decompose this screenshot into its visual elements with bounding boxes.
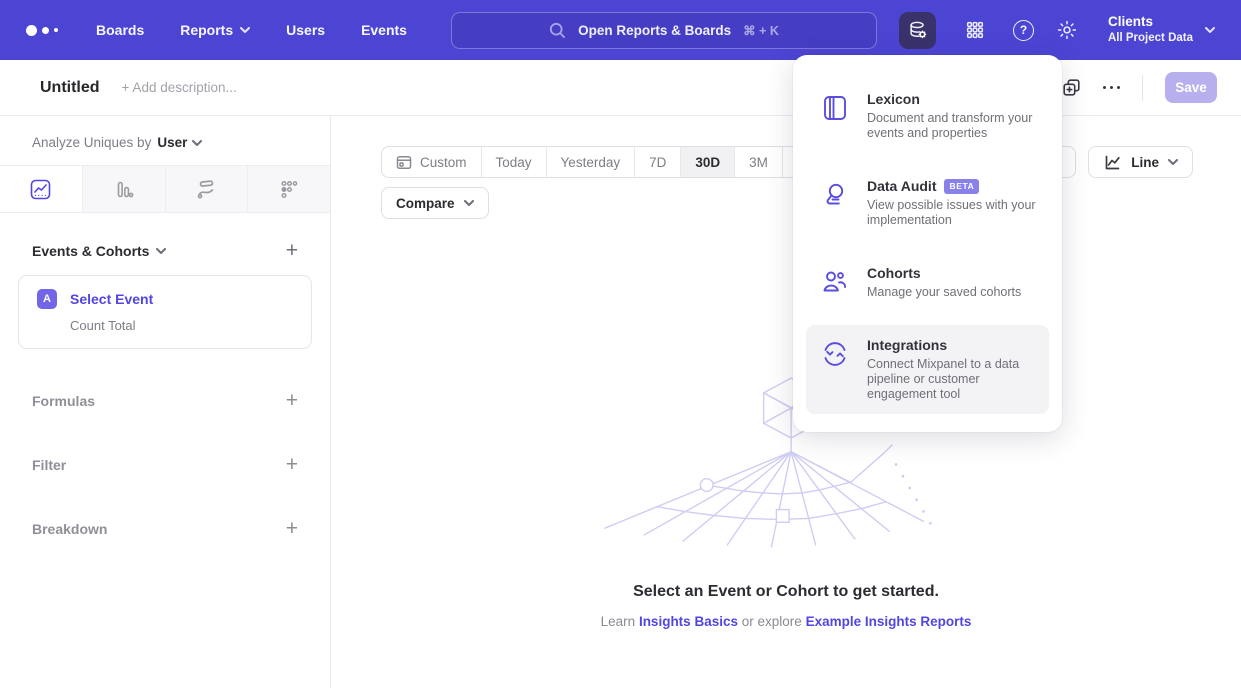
global-search-input[interactable]: Open Reports & Boards ⌘ + K [451, 12, 877, 49]
add-filter-button[interactable]: + [286, 456, 298, 474]
date-range-control: Custom Today Yesterday 7D 30D 3M 6M [381, 146, 831, 178]
more-options-button[interactable] [1103, 86, 1121, 90]
event-series-badge: A [37, 289, 57, 309]
range-yesterday[interactable]: Yesterday [546, 147, 635, 177]
help-button[interactable]: ? [1013, 20, 1034, 41]
data-management-menu: Lexicon Document and transform your even… [793, 55, 1062, 432]
chevron-down-icon [192, 140, 202, 146]
flow-icon [195, 178, 217, 200]
search-icon [549, 22, 566, 39]
audit-magnifier-icon [820, 180, 850, 210]
range-custom[interactable]: Custom [382, 147, 481, 177]
menu-item-cohorts[interactable]: Cohorts Manage your saved cohorts [806, 253, 1049, 312]
mixpanel-logo[interactable] [26, 25, 58, 36]
nav-boards[interactable]: Boards [96, 22, 144, 38]
question-mark-icon: ? [1020, 23, 1027, 37]
analyze-by-dropdown[interactable]: User [157, 135, 202, 150]
menu-item-lexicon[interactable]: Lexicon Document and transform your even… [806, 79, 1049, 153]
tab-bar-chart[interactable] [82, 166, 165, 212]
gear-icon [1056, 19, 1078, 41]
chevron-down-icon [464, 200, 474, 206]
insights-basics-link[interactable]: Insights Basics [639, 614, 738, 629]
empty-state-links: Learn Insights Basics or explore Example… [331, 614, 1241, 629]
project-selector[interactable]: Clients All Project Data [1108, 14, 1215, 45]
range-today[interactable]: Today [481, 147, 546, 177]
chevron-down-icon [240, 27, 250, 33]
save-button[interactable]: Save [1165, 72, 1217, 103]
analyze-label: Analyze Uniques by [32, 135, 151, 150]
range-30d[interactable]: 30D [680, 147, 734, 177]
range-3m[interactable]: 3M [734, 147, 782, 177]
divider [1142, 75, 1143, 101]
event-card[interactable]: A Select Event Count Total [18, 275, 312, 349]
project-scope: All Project Data [1108, 31, 1193, 45]
add-formula-button[interactable]: + [286, 392, 298, 410]
calendar-icon [396, 154, 412, 170]
line-chart-icon [30, 179, 51, 200]
add-breakdown-button[interactable]: + [286, 520, 298, 538]
beta-badge: BETA [944, 179, 979, 194]
top-navbar: Boards Reports Users Events Open Reports… [0, 0, 1241, 60]
filter-section: Filter + [32, 456, 298, 474]
chart-toolbar: Custom Today Yesterday 7D 30D 3M 6M Comp… [331, 116, 1241, 219]
example-reports-link[interactable]: Example Insights Reports [806, 614, 972, 629]
primary-nav: Boards Reports Users Events [96, 22, 407, 38]
duplicate-icon[interactable] [1062, 78, 1081, 97]
settings-button[interactable] [1054, 12, 1080, 49]
events-cohorts-header: Events & Cohorts + [32, 242, 298, 260]
lexicon-book-icon [820, 93, 850, 123]
tab-flow-chart[interactable] [165, 166, 248, 212]
menu-item-integrations[interactable]: Integrations Connect Mixpanel to a data … [806, 325, 1049, 414]
navbar-actions: ? Clients All Project Data [899, 12, 1215, 49]
range-7d[interactable]: 7D [634, 147, 680, 177]
chevron-down-icon [1168, 159, 1178, 165]
empty-state-title: Select an Event or Cohort to get started… [331, 583, 1241, 601]
formulas-section: Formulas + [32, 392, 298, 410]
report-title[interactable]: Untitled [40, 79, 100, 97]
bar-chart-icon [113, 179, 134, 200]
org-name: Clients [1108, 14, 1193, 31]
analyze-row: Analyze Uniques by User [0, 116, 330, 165]
database-gear-icon [907, 19, 929, 41]
search-shortcut: ⌘ + K [743, 23, 779, 38]
description-placeholder[interactable]: + Add description... [122, 80, 237, 95]
chart-type-dropdown[interactable]: Line [1088, 146, 1193, 178]
add-event-button[interactable]: + [286, 242, 298, 260]
apps-grid-button[interactable] [956, 12, 993, 49]
chevron-down-icon [156, 248, 166, 254]
search-placeholder: Open Reports & Boards [578, 23, 731, 38]
visualization-tabs [0, 165, 330, 213]
metric-dots-icon [279, 179, 300, 200]
sync-arrows-icon [820, 339, 850, 369]
line-chart-icon [1103, 153, 1122, 172]
nav-events[interactable]: Events [361, 22, 407, 38]
select-event-button[interactable]: Select Event [70, 291, 153, 307]
report-canvas: Custom Today Yesterday 7D 30D 3M 6M Comp… [331, 116, 1241, 688]
compare-dropdown[interactable]: Compare [381, 187, 489, 219]
chevron-down-icon [1205, 27, 1215, 33]
tab-metric[interactable] [247, 166, 330, 212]
query-builder-sidebar: Analyze Uniques by User [0, 116, 331, 688]
event-aggregation[interactable]: Count Total [70, 318, 293, 333]
data-management-button[interactable] [899, 12, 936, 49]
tab-line-chart[interactable] [0, 166, 82, 212]
breakdown-section: Breakdown + [32, 520, 298, 538]
users-icon [820, 267, 850, 297]
grid-icon [964, 19, 986, 41]
nav-reports[interactable]: Reports [180, 22, 250, 38]
nav-users[interactable]: Users [286, 22, 325, 38]
menu-item-data-audit[interactable]: Data Audit BETA View possible issues wit… [806, 166, 1049, 240]
events-cohorts-toggle[interactable]: Events & Cohorts [32, 243, 166, 259]
